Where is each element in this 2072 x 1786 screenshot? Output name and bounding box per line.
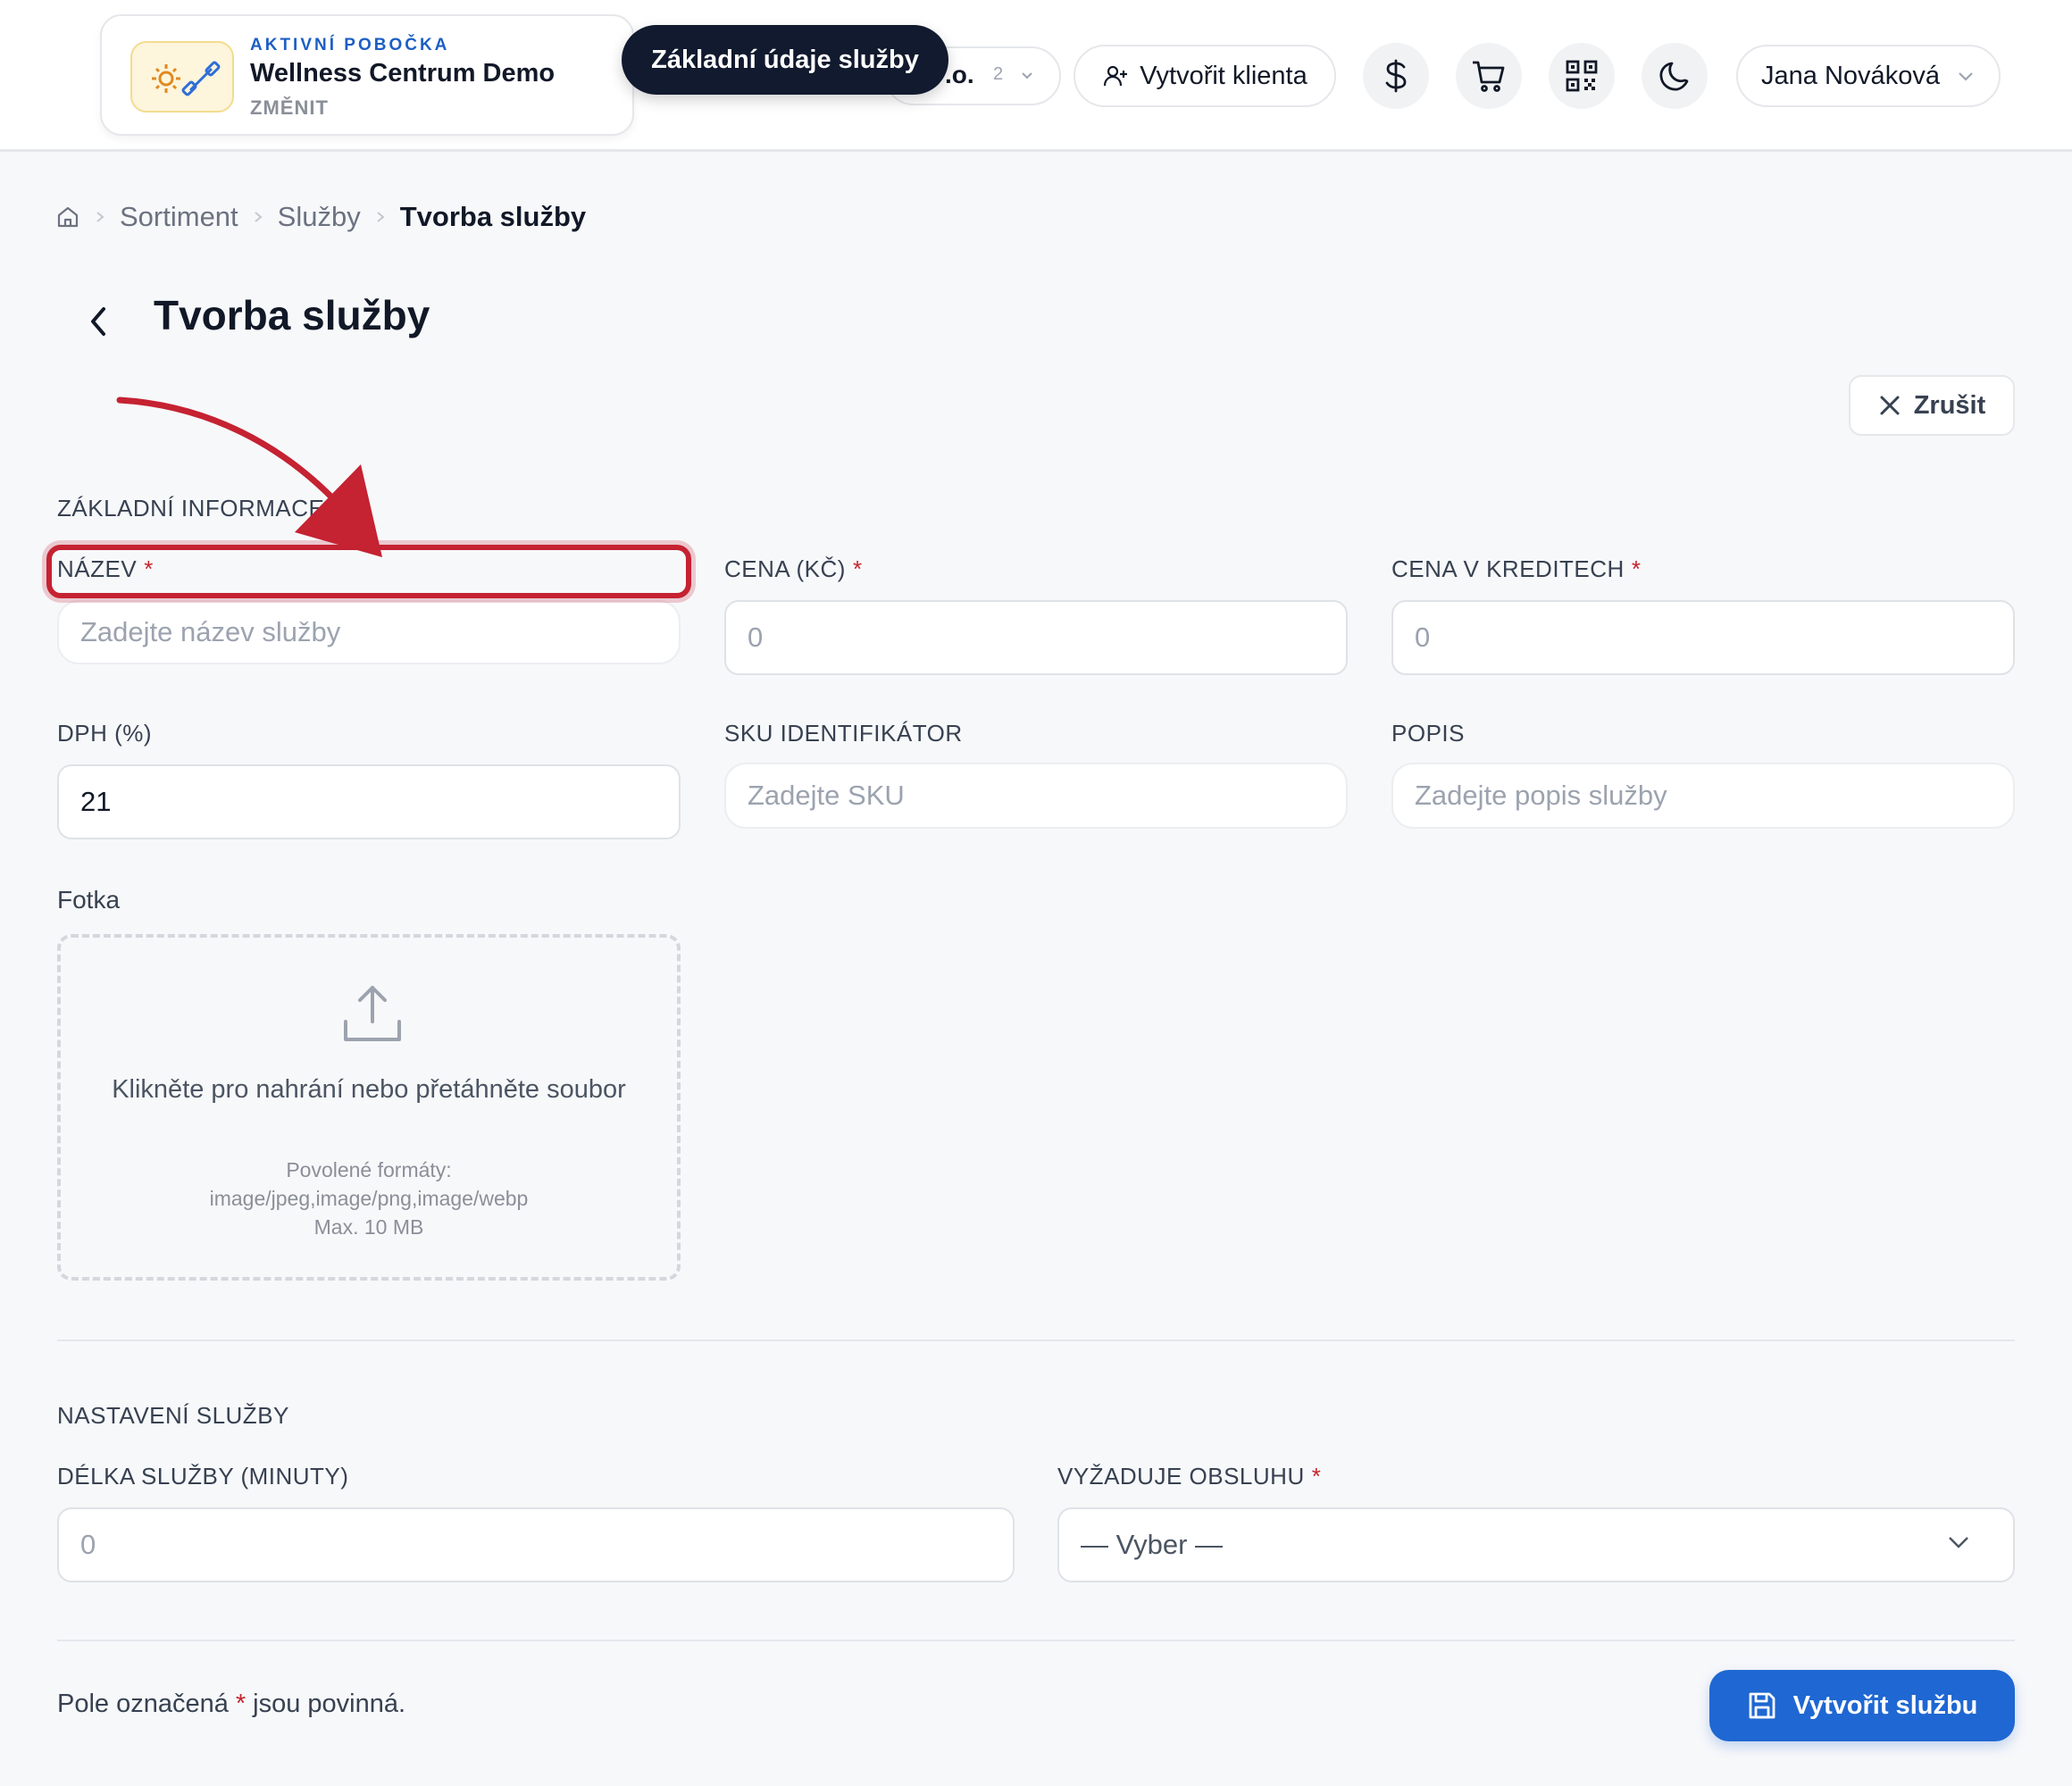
top-bar: AKTIVNÍ POBOČKA Wellness Centrum Demo ZM… bbox=[0, 0, 2072, 152]
create-client-label: Vytvořit klienta bbox=[1140, 61, 1308, 90]
qr-code-button[interactable] bbox=[1549, 43, 1615, 109]
qr-code-icon bbox=[1566, 60, 1598, 92]
chevron-down-icon bbox=[1949, 1537, 1968, 1548]
breadcrumb-sluzby[interactable]: Služby bbox=[278, 201, 361, 233]
add-user-icon bbox=[1104, 65, 1128, 87]
duration-label: DÉLKA SLUŽBY (MINUTY) bbox=[57, 1463, 349, 1490]
photo-dropzone[interactable]: Klikněte pro nahrání nebo přetáhněte sou… bbox=[57, 934, 681, 1281]
breadcrumb-sortiment[interactable]: Sortiment bbox=[120, 201, 238, 233]
dropzone-formats: image/jpeg,image/png,image/webp bbox=[209, 1187, 529, 1210]
vat-input[interactable] bbox=[57, 764, 681, 839]
dropzone-details: Povolené formáty: image/jpeg,image/png,i… bbox=[61, 1156, 677, 1241]
close-icon bbox=[1880, 396, 1900, 415]
chevron-down-icon bbox=[1959, 72, 1973, 81]
sku-label: SKU IDENTIFIKÁTOR bbox=[724, 720, 963, 747]
breadcrumb-separator bbox=[95, 210, 105, 224]
dropzone-formats-label: Povolené formáty: bbox=[286, 1158, 452, 1181]
sun-icon bbox=[152, 64, 180, 93]
company-count: 2 bbox=[993, 64, 1004, 84]
staff-required-value: — Vyber — bbox=[1081, 1529, 1224, 1560]
cancel-label: Zrušit bbox=[1913, 390, 1986, 420]
credits-input[interactable] bbox=[1391, 600, 2015, 675]
cancel-button[interactable]: Zrušit bbox=[1849, 375, 2015, 436]
cart-icon bbox=[1473, 61, 1505, 92]
branch-logo bbox=[130, 41, 234, 113]
section-tooltip: Základní údaje služby bbox=[622, 25, 948, 95]
vat-label: DPH (%) bbox=[57, 720, 153, 747]
description-input[interactable] bbox=[1391, 763, 2015, 829]
create-service-button[interactable]: Vytvořit službu bbox=[1709, 1670, 2015, 1741]
save-icon bbox=[1749, 1692, 1775, 1719]
basic-info-heading: ZÁKLADNÍ INFORMACE bbox=[57, 495, 325, 522]
theme-toggle-button[interactable] bbox=[1642, 43, 1708, 109]
price-label: CENA (KČ) * bbox=[724, 555, 863, 582]
dollar-icon bbox=[1385, 59, 1407, 93]
moon-icon bbox=[1659, 62, 1689, 91]
page-title: Tvorba služby bbox=[154, 292, 430, 338]
name-input[interactable] bbox=[57, 600, 681, 664]
dropzone-instructions: Klikněte pro nahrání nebo přetáhněte sou… bbox=[112, 1075, 626, 1104]
photo-label: Fotka bbox=[57, 886, 121, 914]
back-arrow-icon[interactable] bbox=[82, 302, 114, 341]
service-settings-heading: NASTAVENÍ SLUŽBY bbox=[57, 1402, 289, 1429]
active-branch-card[interactable]: AKTIVNÍ POBOČKA Wellness Centrum Demo ZM… bbox=[100, 14, 634, 136]
breadcrumb: Sortiment Služby Tvorba služby bbox=[55, 195, 586, 239]
company-name: .o. bbox=[945, 61, 974, 88]
dropzone-max-size: Max. 10 MB bbox=[313, 1215, 424, 1239]
upload-icon bbox=[344, 986, 401, 1041]
user-menu[interactable]: Jana Nováková bbox=[1736, 45, 2001, 107]
description-label: POPIS bbox=[1391, 720, 1465, 747]
price-input[interactable] bbox=[724, 600, 1348, 675]
staff-required-label: VYŽADUJE OBSLUHU * bbox=[1057, 1463, 1322, 1490]
credits-label: CENA V KREDITECH * bbox=[1391, 555, 1642, 582]
home-icon[interactable] bbox=[55, 204, 80, 230]
required-fields-note: Pole označená * jsou povinná. bbox=[57, 1690, 406, 1718]
branch-change-link[interactable]: ZMĚNIT bbox=[250, 96, 329, 120]
branch-name: Wellness Centrum Demo bbox=[250, 59, 556, 88]
footer-divider bbox=[57, 1640, 2015, 1641]
pricing-button[interactable] bbox=[1363, 43, 1429, 109]
annotation-highlight bbox=[46, 545, 691, 598]
duration-input[interactable] bbox=[57, 1507, 1015, 1582]
chevron-down-icon bbox=[1022, 72, 1032, 79]
user-name: Jana Nováková bbox=[1761, 61, 1940, 90]
cart-button[interactable] bbox=[1456, 43, 1522, 109]
create-service-label: Vytvořit službu bbox=[1792, 1690, 1978, 1720]
sku-input[interactable] bbox=[724, 763, 1348, 829]
create-client-button[interactable]: Vytvořit klienta bbox=[1074, 45, 1336, 107]
dumbbell-icon bbox=[181, 61, 221, 96]
breadcrumb-separator bbox=[253, 210, 263, 224]
breadcrumb-current: Tvorba služby bbox=[399, 201, 587, 232]
staff-required-select[interactable]: — Vyber — bbox=[1057, 1507, 2015, 1582]
section-divider bbox=[57, 1340, 2015, 1341]
breadcrumb-separator bbox=[375, 210, 386, 224]
branch-eyebrow: AKTIVNÍ POBOČKA bbox=[250, 36, 450, 54]
